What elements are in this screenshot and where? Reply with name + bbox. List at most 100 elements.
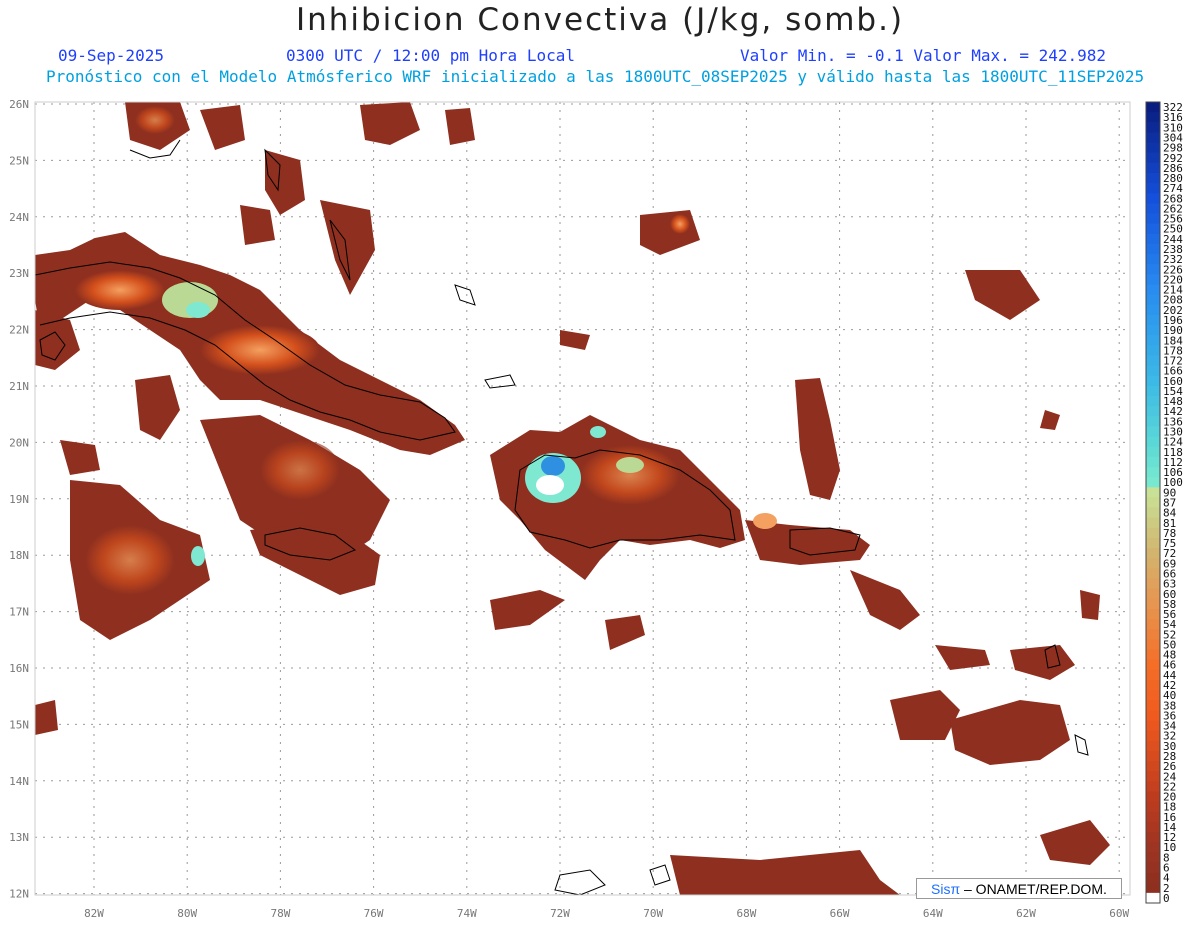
latitude-label: 25N — [9, 154, 29, 167]
latitude-label: 17N — [9, 606, 29, 619]
field-cuba-west-core — [75, 270, 165, 310]
colorbar-swatch — [1146, 730, 1160, 742]
colorbar-swatch — [1146, 629, 1160, 640]
latitude-label: 12N — [9, 888, 29, 901]
colorbar-swatch — [1146, 294, 1160, 306]
colorbar-swatch — [1146, 264, 1160, 275]
colorbar-swatch — [1146, 608, 1160, 620]
latitude-label: 21N — [9, 380, 29, 393]
colorbar-swatch — [1146, 416, 1160, 427]
colorbar-swatch — [1146, 436, 1160, 448]
colorbar-swatch — [1146, 700, 1160, 711]
colorbar-swatch — [1146, 821, 1160, 833]
colorbar-swatch — [1146, 811, 1160, 823]
map-figure: 26N 25N 24N 23N 22N 21N 20N 19N 18N 17N 16N 15N 14N 1… — [9, 98, 1183, 920]
colorbar-swatch — [1146, 527, 1160, 539]
colorbar-swatch — [1146, 203, 1160, 215]
sispi-logo: Sisπ — [931, 881, 961, 897]
latitude-label: 14N — [9, 775, 29, 788]
colorbar-swatch — [1146, 102, 1160, 113]
colorbar-swatch — [1146, 639, 1160, 651]
longitude-label: 64W — [923, 907, 943, 920]
colorbar-swatch — [1146, 517, 1160, 529]
colorbar-swatch — [1146, 365, 1160, 377]
colorbar-swatch — [1146, 588, 1160, 600]
colorbar-swatch — [1146, 213, 1160, 225]
colorbar-swatch — [1146, 619, 1160, 630]
colorbar-swatch — [1146, 882, 1160, 894]
colorbar-swatch — [1146, 892, 1160, 904]
colorbar-swatch — [1146, 314, 1160, 326]
colorbar-swatch — [1146, 771, 1160, 782]
colorbar-swatch — [1146, 507, 1160, 519]
colorbar-swatch — [1146, 142, 1160, 154]
colorbar-swatch — [1146, 243, 1160, 255]
colorbar-swatch — [1146, 497, 1160, 509]
colorbar-swatch — [1146, 396, 1160, 407]
latitude-label: 15N — [9, 718, 29, 731]
colorbar-swatch — [1146, 669, 1160, 681]
longitude-label: 78W — [270, 907, 290, 920]
colorbar-swatch — [1146, 548, 1160, 559]
colorbar-swatch — [1146, 385, 1160, 397]
colorbar-swatch — [1146, 446, 1160, 458]
colorbar-swatch — [1146, 456, 1160, 468]
colorbar-swatch — [1146, 477, 1160, 488]
longitude-label: 68W — [736, 907, 756, 920]
colorbar-swatch — [1146, 183, 1160, 194]
colorbar-swatch — [1146, 791, 1160, 803]
colorbar-swatch — [1146, 537, 1160, 549]
latitude-label: 19N — [9, 493, 29, 506]
colorbar-swatch — [1146, 284, 1160, 296]
colorbar-swatch — [1146, 172, 1160, 184]
colorbar-swatch — [1146, 690, 1160, 701]
longitude-labels: 82W 80W 78W 76W 74W 72W 70W 68W 66W 64W 62W 60W — [84, 907, 1129, 920]
colorbar-swatch — [1146, 467, 1160, 478]
colorbar-swatch — [1146, 872, 1160, 884]
latitude-label: 23N — [9, 267, 29, 280]
colorbar-swatch — [1146, 335, 1160, 346]
longitude-label: 62W — [1016, 907, 1036, 920]
colorbar-swatch — [1146, 274, 1160, 286]
longitude-label: 80W — [177, 907, 197, 920]
colorbar-swatch — [1146, 254, 1160, 265]
longitude-label: 66W — [830, 907, 850, 920]
colorbar-swatch — [1146, 223, 1160, 235]
latitude-labels: 26N 25N 24N 23N 22N 21N 20N 19N 18N 17N 16N 15N 14N 1… — [9, 98, 29, 901]
colorbar-swatch — [1146, 659, 1160, 671]
latitude-label: 24N — [9, 211, 29, 224]
colorbar-swatch — [1146, 578, 1160, 590]
longitude-label: 72W — [550, 907, 570, 920]
colorbar-swatch — [1146, 801, 1160, 813]
colorbar-swatch — [1146, 406, 1160, 417]
colorbar: 3223163103042982922862802742682622562502… — [1145, 101, 1183, 905]
colorbar-swatch — [1146, 842, 1160, 853]
colorbar-swatch — [1146, 426, 1160, 438]
colorbar-swatch — [1146, 852, 1160, 863]
colorbar-swatch — [1146, 781, 1160, 792]
colorbar-swatch — [1146, 558, 1160, 569]
colorbar-swatch — [1146, 649, 1160, 661]
colorbar-swatch — [1146, 304, 1160, 316]
colorbar-swatch — [1146, 679, 1160, 691]
colorbar-swatch — [1146, 233, 1160, 245]
colorbar-swatch — [1146, 862, 1160, 874]
latitude-label: 18N — [9, 549, 29, 562]
colorbar-swatch — [1146, 761, 1160, 772]
latitude-label: 16N — [9, 662, 29, 675]
colorbar-swatch — [1146, 710, 1160, 721]
credit-text: – ONAMET/REP.DOM. — [960, 881, 1107, 897]
colorbar-swatch — [1146, 750, 1160, 762]
field-cuba-central-core — [200, 325, 320, 375]
colorbar-swatch — [1146, 375, 1160, 387]
longitude-label: 82W — [84, 907, 104, 920]
colorbar-swatch — [1146, 162, 1160, 174]
credit-box: Sisπ – ONAMET/REP.DOM. — [916, 878, 1122, 899]
colorbar-label: 0 — [1163, 892, 1170, 905]
latitude-label: 22N — [9, 324, 29, 337]
colorbar-swatch — [1146, 740, 1160, 752]
longitude-label: 60W — [1109, 907, 1129, 920]
colorbar-swatch — [1146, 122, 1160, 133]
colorbar-swatch — [1146, 355, 1160, 367]
colorbar-swatch — [1146, 832, 1160, 843]
